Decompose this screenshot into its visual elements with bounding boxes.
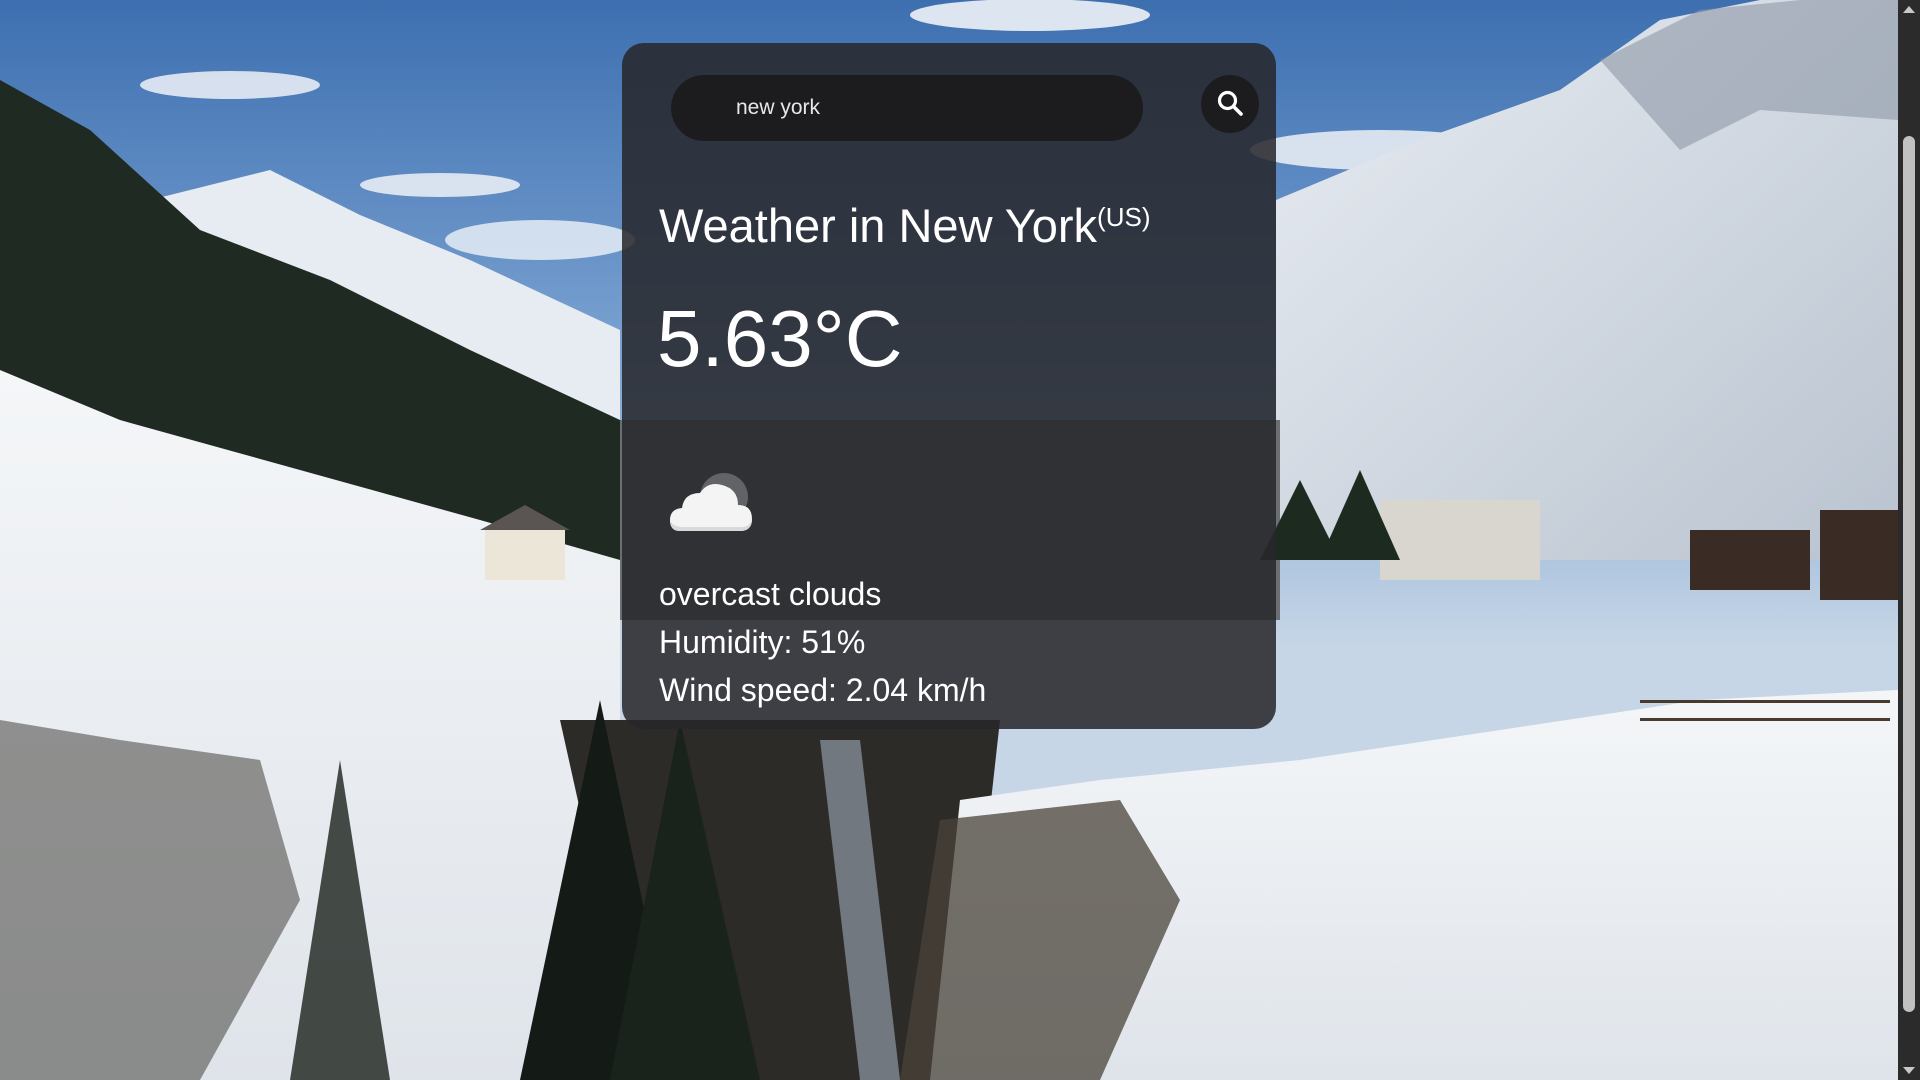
page: Weather in New York(US) 5.63°C overcast … <box>0 0 1920 1080</box>
title-prefix: Weather in <box>659 199 899 252</box>
city-name: New York <box>898 199 1098 252</box>
weather-description: overcast clouds <box>659 576 882 612</box>
scroll-up-arrow-icon[interactable] <box>1903 6 1915 13</box>
wind-speed: Wind speed: 2.04 km/h <box>659 672 987 708</box>
search-icon <box>1215 88 1245 121</box>
scrollbar-thumb[interactable] <box>1903 136 1915 1012</box>
cloud-icon <box>662 453 772 563</box>
temperature: 5.63°C <box>657 294 903 383</box>
humidity: Humidity: 51% <box>659 624 866 660</box>
search-button[interactable] <box>1201 75 1259 133</box>
page-title: Weather in New York(US) <box>659 198 1150 254</box>
scroll-down-arrow-icon[interactable] <box>1903 1067 1915 1074</box>
page-scrollbar[interactable] <box>1898 0 1920 1080</box>
search-input[interactable] <box>671 75 1143 141</box>
search-bar <box>671 75 1263 143</box>
country-code: (US) <box>1097 202 1151 232</box>
weather-card: Weather in New York(US) 5.63°C overcast … <box>622 43 1276 729</box>
